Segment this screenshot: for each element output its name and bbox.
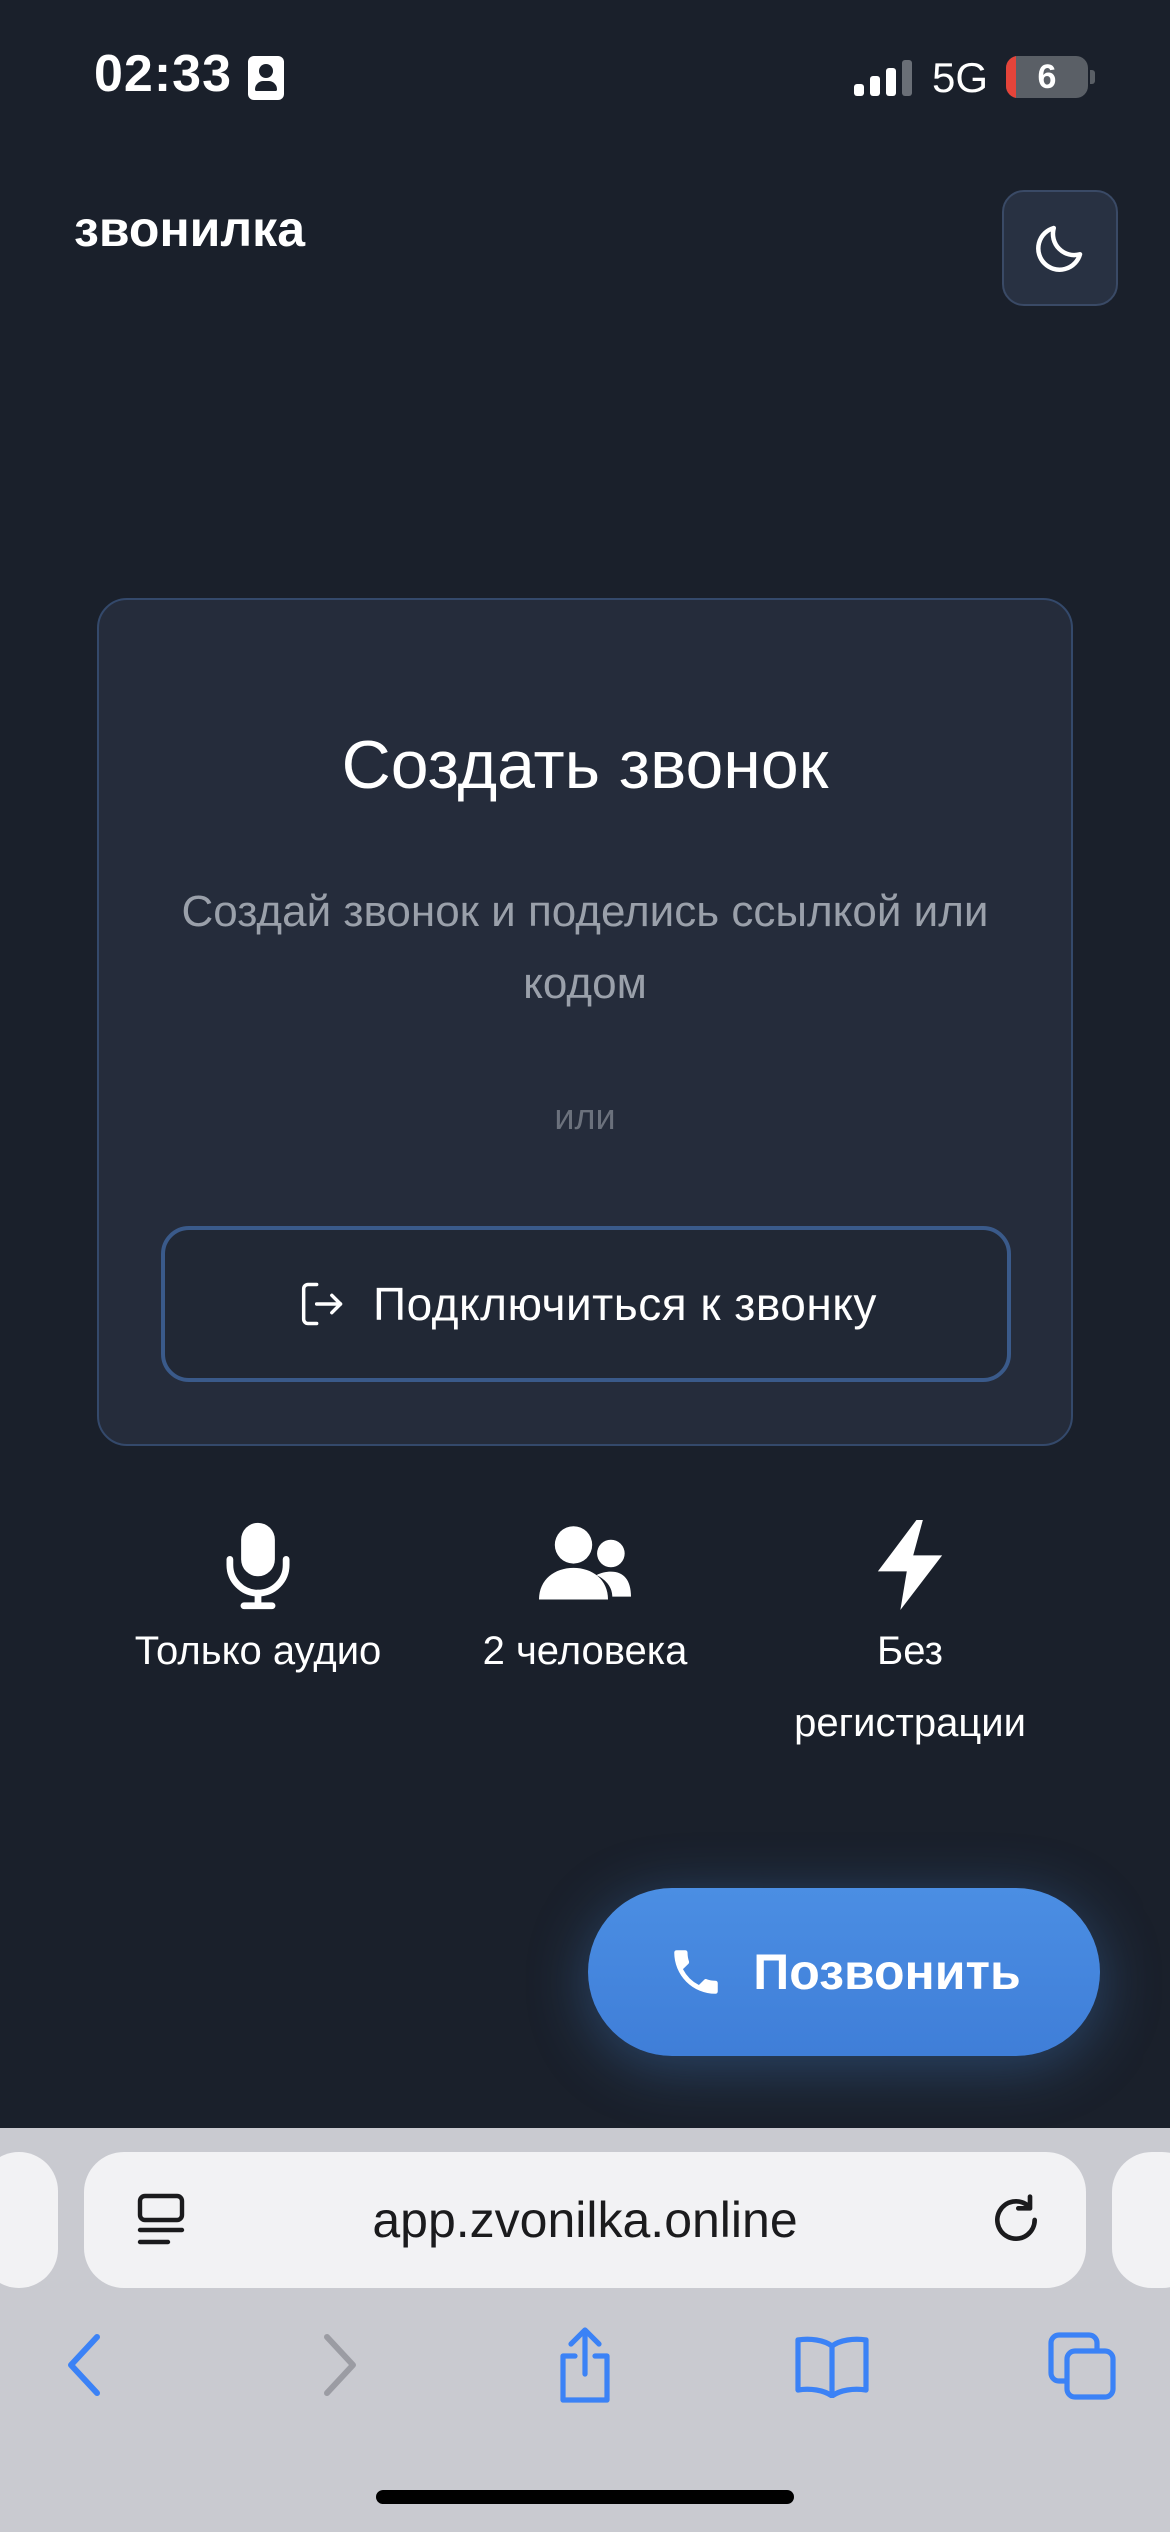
address-bar[interactable]: app.zvonilka.online bbox=[84, 2152, 1086, 2288]
tabs-button[interactable] bbox=[1040, 2318, 1124, 2414]
chevron-left-icon bbox=[68, 2334, 100, 2396]
join-call-button[interactable]: Подключиться к звонку bbox=[161, 1226, 1011, 1382]
call-button[interactable]: Позвонить bbox=[588, 1888, 1100, 2056]
next-tab-preview[interactable] bbox=[1112, 2152, 1170, 2288]
contact-card-icon bbox=[248, 56, 284, 100]
back-button[interactable] bbox=[50, 2320, 120, 2410]
feature-audio-only: Только аудио bbox=[108, 1520, 408, 1687]
bookmarks-button[interactable] bbox=[790, 2318, 874, 2414]
book-icon bbox=[795, 2336, 869, 2398]
feature-no-registration: Без регистрации bbox=[760, 1520, 1060, 1759]
phone-icon bbox=[674, 1950, 719, 1994]
network-type: 5G bbox=[932, 54, 989, 101]
battery-nub bbox=[1090, 70, 1095, 84]
theme-toggle-button[interactable] bbox=[1002, 190, 1118, 306]
moon-icon bbox=[1036, 225, 1083, 272]
forward-button[interactable] bbox=[304, 2320, 374, 2410]
feature-label: Только аудио bbox=[134, 1629, 382, 1673]
chevron-right-icon bbox=[324, 2334, 356, 2396]
lightning-icon bbox=[877, 1520, 943, 1610]
battery-level: 6 bbox=[1037, 58, 1057, 96]
reload-icon[interactable] bbox=[988, 2192, 1044, 2248]
create-call-card: Создать звонок Создай звонок и поделись … bbox=[97, 598, 1073, 1446]
status-time: 02:33 bbox=[94, 45, 232, 103]
share-icon bbox=[560, 2327, 610, 2403]
call-button-label: Позвонить bbox=[753, 1944, 1021, 2000]
or-divider-label: или bbox=[554, 1096, 616, 1137]
sign-in-icon bbox=[301, 1282, 343, 1326]
battery-icon: 6 bbox=[1006, 56, 1088, 98]
url-text[interactable]: app.zvonilka.online bbox=[84, 2152, 1086, 2288]
feature-label: 2 человека bbox=[482, 1629, 688, 1673]
previous-tab-preview[interactable] bbox=[0, 2152, 58, 2288]
feature-two-people: 2 человека bbox=[435, 1520, 735, 1687]
users-icon bbox=[539, 1526, 631, 1600]
card-description: Создай звонок и поделись ссылкой или код… bbox=[181, 887, 989, 1008]
microphone-icon bbox=[226, 1522, 290, 1610]
cellular-signal-icon bbox=[854, 60, 912, 96]
home-indicator bbox=[376, 2490, 794, 2504]
card-title: Создать звонок bbox=[341, 727, 829, 803]
feature-label: Без регистрации bbox=[794, 1629, 1026, 1745]
share-button[interactable] bbox=[545, 2318, 625, 2414]
app-logo-text[interactable]: звонилка bbox=[74, 200, 305, 258]
join-call-label: Подключиться к звонку bbox=[373, 1278, 877, 1330]
tabs-icon bbox=[1048, 2332, 1116, 2400]
